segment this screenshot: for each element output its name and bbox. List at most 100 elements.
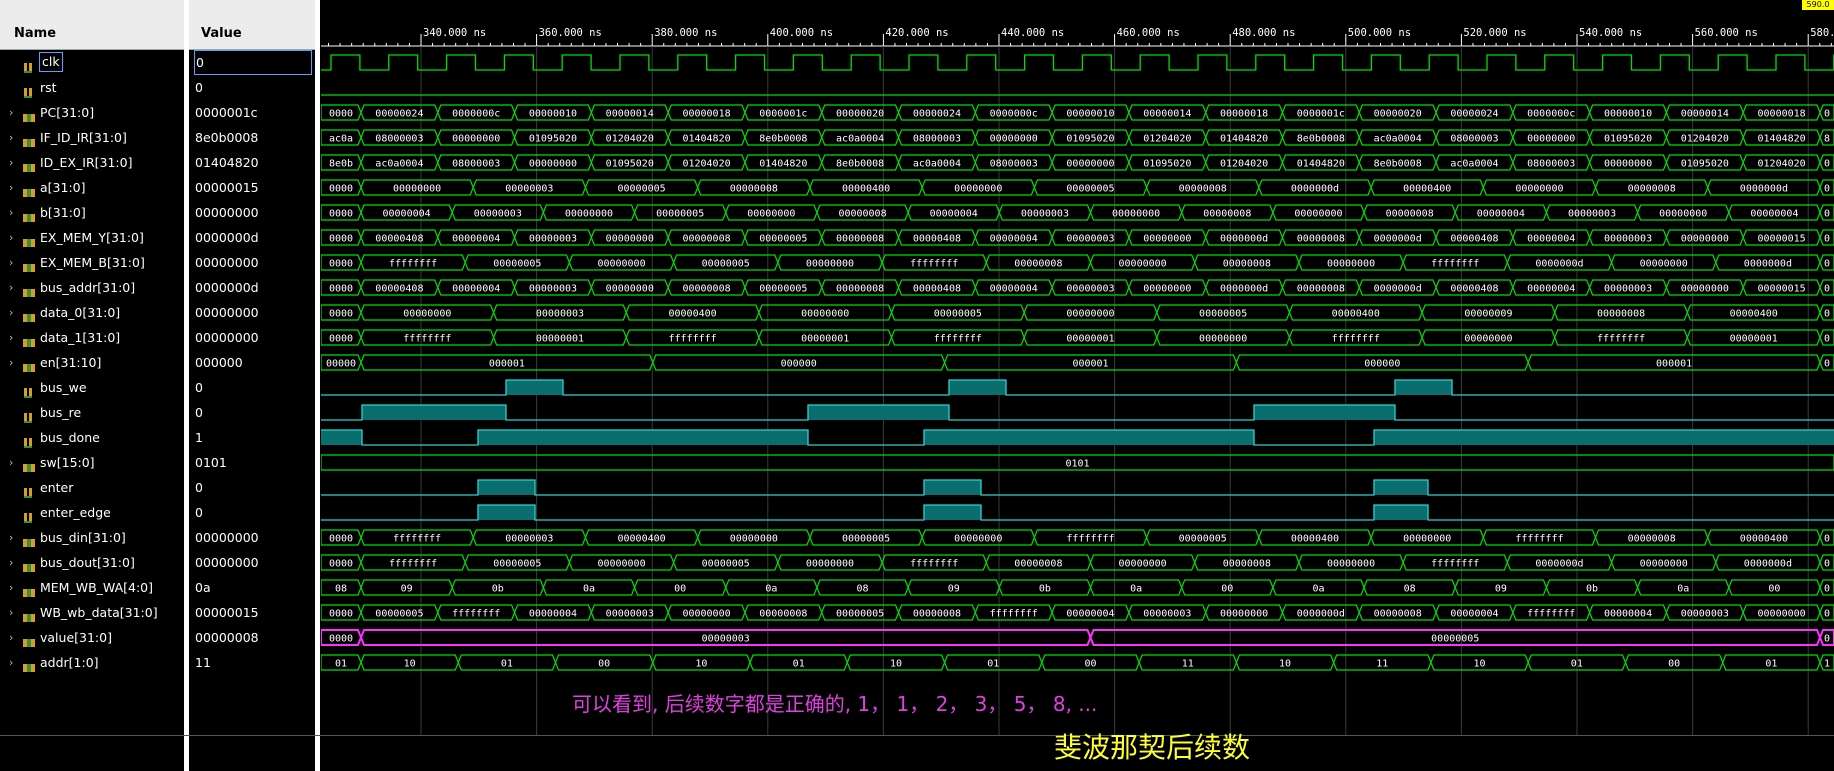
- signal-row-ex-mem-y-31-0[interactable]: › EX_MEM_Y[31:0]: [0, 225, 184, 250]
- bus-value-label: 00000003: [702, 634, 750, 645]
- bus-value-label: 00000408: [913, 284, 961, 295]
- bus-value-label: 0000: [329, 609, 353, 620]
- bit-high-fill: [362, 405, 506, 420]
- signal-name-label: bus_dout[31:0]: [40, 555, 135, 570]
- expand-chevron-icon[interactable]: ›: [9, 350, 13, 375]
- signal-value-3[interactable]: 8e0b0008: [194, 125, 312, 150]
- signal-row-enter-edge[interactable]: enter_edge: [0, 500, 184, 525]
- signal-value-6[interactable]: 00000000: [194, 200, 312, 225]
- bus-value-label: 00000005: [1431, 634, 1479, 645]
- bus-value-label: 00000005: [702, 559, 750, 570]
- signal-value-17[interactable]: 0: [194, 475, 312, 500]
- signal-name-label: EX_MEM_Y[31:0]: [40, 230, 144, 245]
- signal-row-a-31-0[interactable]: › a[31:0]: [0, 175, 184, 200]
- signal-row-ex-mem-b-31-0[interactable]: › EX_MEM_B[31:0]: [0, 250, 184, 275]
- signal-row-wb-wb-data-31-0[interactable]: › WB_wb_data[31:0]: [0, 600, 184, 625]
- signal-value-4[interactable]: 01404820: [194, 150, 312, 175]
- signal-value-19[interactable]: 00000000: [194, 525, 312, 550]
- bus-value-label: 00: [674, 584, 686, 595]
- bus-value-label: 01: [335, 659, 347, 670]
- signal-value-15[interactable]: 1: [194, 425, 312, 450]
- timeline-label: 460.000 ns: [1117, 27, 1180, 39]
- signal-row-data-0-31-0[interactable]: › data_0[31:0]: [0, 300, 184, 325]
- signal-row-pc-31-0[interactable]: › PC[31:0]: [0, 100, 184, 125]
- expand-chevron-icon[interactable]: ›: [9, 300, 13, 325]
- signal-value-21[interactable]: 0a: [194, 575, 312, 600]
- signal-value-2[interactable]: 0000001c: [194, 100, 312, 125]
- bus-value-label: 00000005: [759, 234, 807, 245]
- bus-value-label: 0000000d: [1291, 184, 1339, 195]
- signal-value-8[interactable]: 00000000: [194, 250, 312, 275]
- waveform-canvas[interactable]: 340.000 ns 360.000 ns 380.000 ns 400.000 ns…: [321, 0, 1834, 771]
- expand-chevron-icon[interactable]: ›: [9, 225, 13, 250]
- value-wave-splitter[interactable]: [315, 0, 320, 771]
- bus-value-label: 00000000: [565, 209, 613, 220]
- expand-chevron-icon[interactable]: ›: [9, 325, 13, 350]
- name-column-header[interactable]: Name: [0, 0, 184, 50]
- expand-chevron-icon[interactable]: ›: [9, 100, 13, 125]
- signal-value-10[interactable]: 00000000: [194, 300, 312, 325]
- expand-chevron-icon[interactable]: ›: [9, 150, 13, 175]
- signal-value-1[interactable]: 0: [194, 75, 312, 100]
- bus-value-label: 10: [890, 659, 902, 670]
- signal-value-13[interactable]: 0: [194, 375, 312, 400]
- signal-value-22[interactable]: 00000015: [194, 600, 312, 625]
- footer-divider: [0, 735, 1834, 736]
- expand-chevron-icon[interactable]: ›: [9, 275, 13, 300]
- signal-value-20[interactable]: 00000000: [194, 550, 312, 575]
- signal-row-mem-wb-wa-4-0[interactable]: › MEM_WB_WA[4:0]: [0, 575, 184, 600]
- signal-row-if-id-ir-31-0[interactable]: › IF_ID_IR[31:0]: [0, 125, 184, 150]
- expand-chevron-icon[interactable]: ›: [9, 450, 13, 475]
- expand-chevron-icon[interactable]: ›: [9, 650, 13, 675]
- signal-row-enter[interactable]: enter: [0, 475, 184, 500]
- signal-value-18[interactable]: 0: [194, 500, 312, 525]
- expand-chevron-icon[interactable]: ›: [9, 525, 13, 550]
- signal-value-11[interactable]: 00000000: [194, 325, 312, 350]
- signal-value-5[interactable]: 00000015: [194, 175, 312, 200]
- signal-value-14[interactable]: 0: [194, 400, 312, 425]
- signal-row-bus-dout-31-0[interactable]: › bus_dout[31:0]: [0, 550, 184, 575]
- signal-row-id-ex-ir-31-0[interactable]: › ID_EX_IR[31:0]: [0, 150, 184, 175]
- bus-value-label: 0b: [1039, 584, 1051, 595]
- bus-value-label: 0000: [329, 234, 353, 245]
- signal-value-16[interactable]: 0101: [194, 450, 312, 475]
- expand-chevron-icon[interactable]: ›: [9, 125, 13, 150]
- signal-row-en-31-10[interactable]: › en[31:10]: [0, 350, 184, 375]
- expand-chevron-icon[interactable]: ›: [9, 600, 13, 625]
- expand-chevron-icon[interactable]: ›: [9, 575, 13, 600]
- expand-chevron-icon[interactable]: ›: [9, 250, 13, 275]
- signal-row-bus-re[interactable]: bus_re: [0, 400, 184, 425]
- signal-row-sw-15-0[interactable]: › sw[15:0]: [0, 450, 184, 475]
- signal-value-7[interactable]: 0000000d: [194, 225, 312, 250]
- bus-value-label: 1: [1824, 659, 1830, 670]
- signal-row-clk[interactable]: clk: [0, 50, 184, 75]
- bus-value-label: 00000000: [1119, 559, 1167, 570]
- signal-value-23[interactable]: 00000008: [194, 625, 312, 650]
- expand-chevron-icon[interactable]: ›: [9, 625, 13, 650]
- bus-value-label: ffffffff: [669, 334, 717, 345]
- timeline-label: 340.000 ns: [423, 27, 486, 39]
- observation-annotation: 可以看到, 后续数字都是正确的, 1， 1， 2， 3， 5， 8, ...: [572, 692, 1098, 716]
- value-column-header[interactable]: Value: [189, 0, 315, 50]
- bus-value-label: 00000005: [702, 259, 750, 270]
- signal-value-12[interactable]: 000000: [194, 350, 312, 375]
- signal-row-rst[interactable]: rst: [0, 75, 184, 100]
- signal-row-b-31-0[interactable]: › b[31:0]: [0, 200, 184, 225]
- signal-row-bus-din-31-0[interactable]: › bus_din[31:0]: [0, 525, 184, 550]
- signal-row-bus-we[interactable]: bus_we: [0, 375, 184, 400]
- signal-value-24[interactable]: 11: [194, 650, 312, 675]
- signal-row-value-31-0[interactable]: › value[31:0]: [0, 625, 184, 650]
- signal-value-9[interactable]: 0000000d: [194, 275, 312, 300]
- bus-value-label: 00000000: [1640, 259, 1688, 270]
- signal-row-bus-addr-31-0[interactable]: › bus_addr[31:0]: [0, 275, 184, 300]
- bus-value-label: 00000014: [1143, 109, 1191, 120]
- signal-value-0[interactable]: 0: [194, 50, 312, 75]
- bus-value-label: 0000: [329, 559, 353, 570]
- expand-chevron-icon[interactable]: ›: [9, 175, 13, 200]
- signal-row-data-1-31-0[interactable]: › data_1[31:0]: [0, 325, 184, 350]
- bus-value-label: 0a: [1677, 584, 1689, 595]
- signal-row-bus-done[interactable]: bus_done: [0, 425, 184, 450]
- signal-row-addr-1-0[interactable]: › addr[1:0]: [0, 650, 184, 675]
- expand-chevron-icon[interactable]: ›: [9, 550, 13, 575]
- expand-chevron-icon[interactable]: ›: [9, 200, 13, 225]
